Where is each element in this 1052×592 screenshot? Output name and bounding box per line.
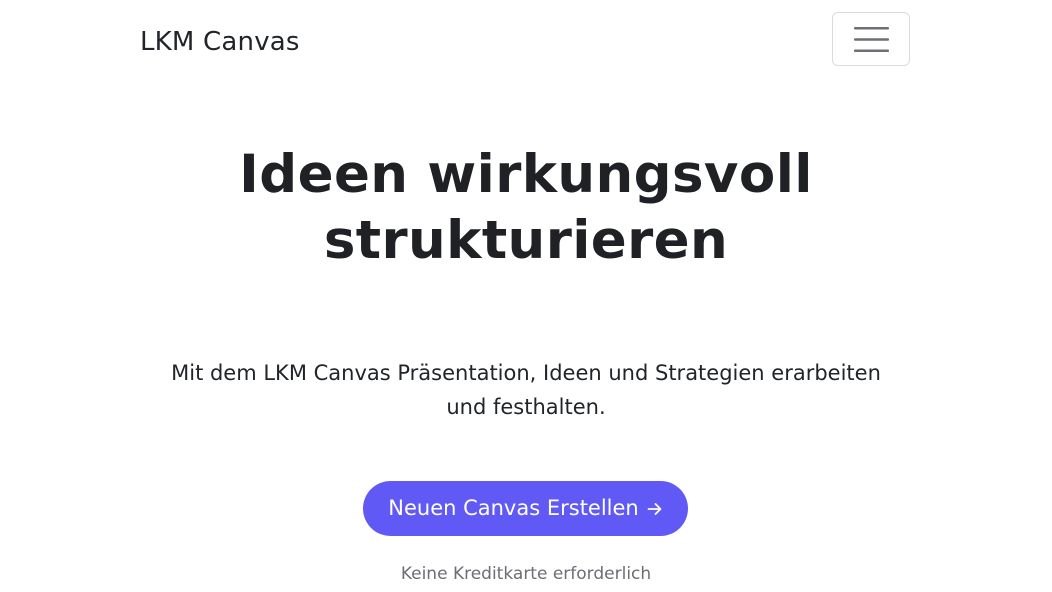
arrow-right-icon	[647, 503, 662, 515]
create-canvas-button-label: Neuen Canvas Erstellen	[388, 496, 639, 520]
hero-headline-line-1: Ideen wirkungsvoll	[239, 144, 813, 205]
navbar: LKM Canvas	[0, 0, 1052, 84]
brand-link[interactable]: LKM Canvas	[140, 26, 300, 58]
no-credit-card-note: Keine Kreditkarte erforderlich	[400, 564, 652, 584]
hamburger-icon	[854, 27, 889, 52]
create-canvas-button[interactable]: Neuen Canvas Erstellen	[363, 481, 688, 536]
menu-toggle-button[interactable]	[832, 12, 910, 66]
hero-subtext: Mit dem LKM Canvas Präsentation, Ideen u…	[171, 361, 881, 419]
hero-headline: Ideen wirkungsvoll strukturieren	[126, 142, 926, 274]
hero-headline-line-2: strukturieren	[323, 210, 729, 271]
